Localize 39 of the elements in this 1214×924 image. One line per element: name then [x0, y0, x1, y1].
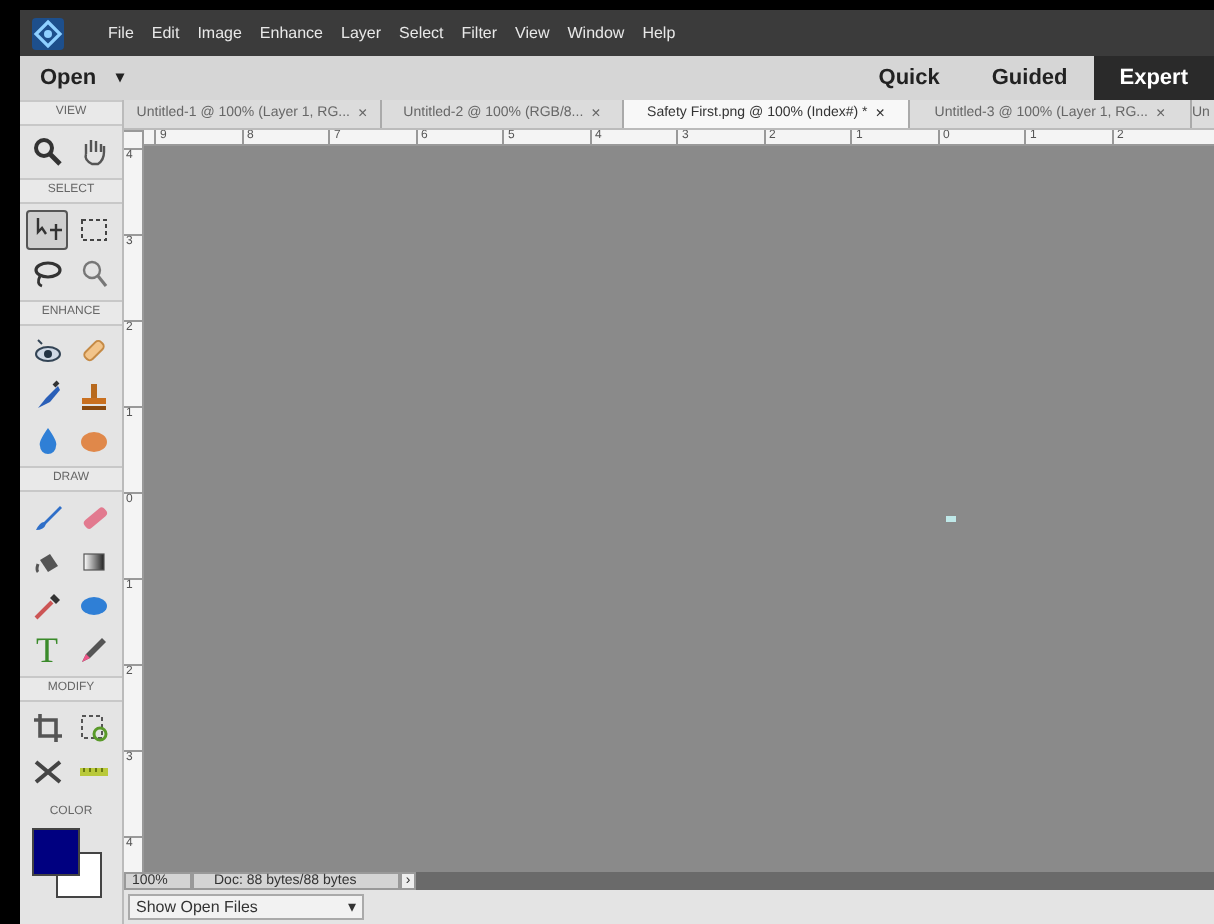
app-logo-icon[interactable]: [32, 17, 64, 49]
close-icon[interactable]: ×: [591, 102, 601, 126]
menu-item[interactable]: File: [108, 21, 134, 45]
menu-item[interactable]: Edit: [151, 21, 180, 45]
pencil-icon: [78, 634, 110, 666]
menu-item[interactable]: View: [515, 21, 550, 45]
menu-item[interactable]: Help: [642, 21, 676, 45]
eyedropper-icon: [31, 590, 63, 622]
eye-icon: [31, 336, 63, 368]
stamp-icon: [78, 380, 110, 412]
dashed-frame-icon: [78, 712, 110, 744]
image-pixel: [946, 516, 956, 522]
dashed-rectangle-icon: [78, 214, 110, 246]
background-color-swatch[interactable]: [56, 852, 102, 898]
menu-item[interactable]: Image: [197, 21, 242, 45]
ruler-icon: [78, 768, 110, 776]
tool-button[interactable]: [26, 210, 68, 250]
menu-item[interactable]: Select: [399, 21, 444, 45]
menu-item[interactable]: Filter: [461, 21, 498, 45]
mode-tab[interactable]: Expert: [1093, 56, 1214, 100]
hand-icon: [78, 136, 110, 168]
brush-icon: [31, 502, 63, 534]
close-icon[interactable]: ×: [875, 102, 885, 126]
open-button[interactable]: Open ▾: [20, 61, 125, 95]
close-icon[interactable]: ×: [1156, 102, 1166, 126]
menu-item[interactable]: Enhance: [259, 21, 324, 45]
crop-icon: [31, 712, 63, 744]
foreground-color-swatch[interactable]: [32, 828, 80, 876]
magnifier-icon: [78, 258, 110, 290]
close-icon[interactable]: ×: [358, 102, 368, 126]
cross-icon: [31, 756, 63, 788]
zoom-icon: [31, 136, 63, 168]
mode-tab[interactable]: Guided: [965, 56, 1094, 100]
show-files-dropdown[interactable]: Show Open Files ▾: [128, 894, 364, 920]
menu-item[interactable]: Window: [567, 21, 625, 45]
mode-tab[interactable]: Quick: [852, 56, 966, 100]
lasso-icon: [31, 258, 63, 290]
menu-item[interactable]: Layer: [341, 21, 382, 45]
move-arrow-icon: [31, 214, 63, 246]
